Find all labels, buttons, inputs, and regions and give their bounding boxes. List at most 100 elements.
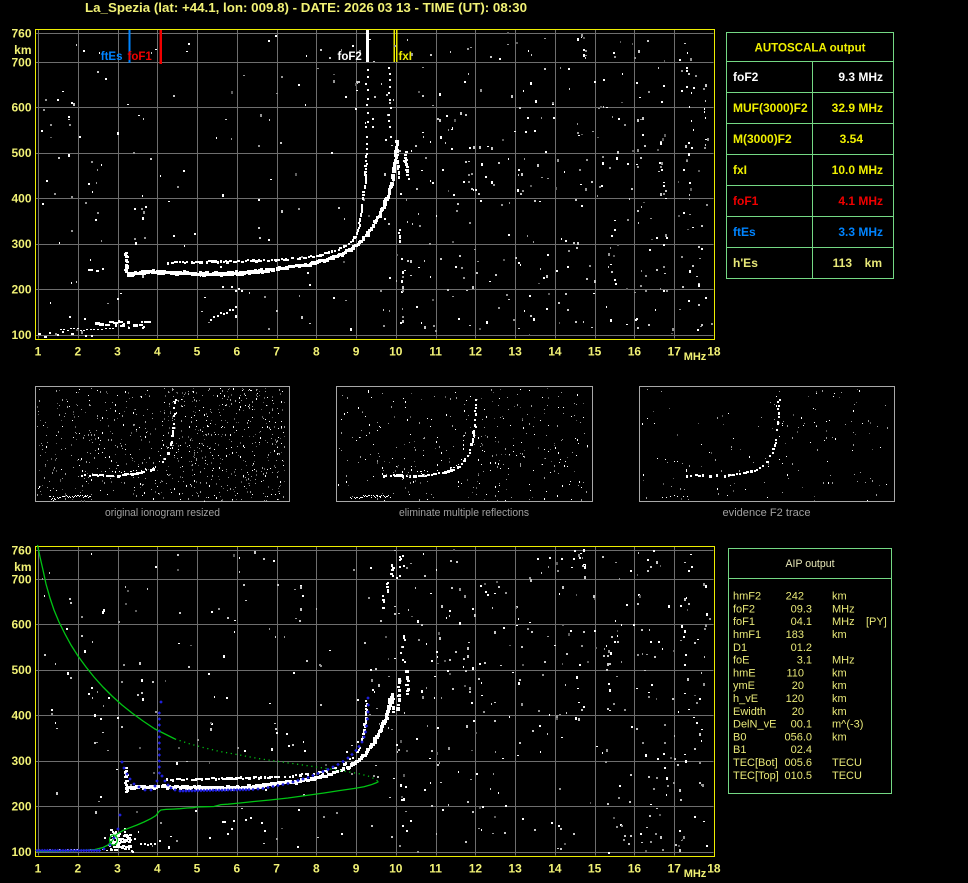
svg-text:120: 120 [786,693,804,705]
svg-text:5: 5 [194,345,201,359]
svg-text:hmE: hmE [733,667,756,679]
svg-text:MHz: MHz [684,351,707,363]
svg-text:5: 5 [194,862,201,876]
svg-text:eliminate multiple reflections: eliminate multiple reflections [399,507,529,519]
svg-text:8: 8 [313,862,320,876]
svg-text:4: 4 [154,345,161,359]
svg-text:760: 760 [11,27,31,41]
svg-text:11: 11 [429,345,442,359]
svg-text:4.1 MHz: 4.1 MHz [838,194,883,208]
svg-text:km: km [832,731,847,743]
svg-text:110: 110 [786,667,804,679]
svg-text:2: 2 [74,862,81,876]
svg-text:100: 100 [11,845,31,859]
svg-text:7: 7 [273,345,280,359]
svg-text:foF2: foF2 [733,70,759,84]
svg-text:11: 11 [429,862,442,876]
svg-text:km: km [865,256,882,270]
svg-text:ftEs: ftEs [733,225,756,239]
svg-text:3: 3 [114,862,121,876]
svg-text:MHz: MHz [684,868,707,880]
svg-text:MHz: MHz [832,655,855,667]
svg-text:02.4: 02.4 [791,744,812,756]
svg-text:15: 15 [588,862,602,876]
svg-text:400: 400 [11,709,31,723]
svg-text:ftEs: ftEs [101,51,123,63]
svg-text:10: 10 [389,345,403,359]
svg-text:9: 9 [353,345,360,359]
svg-text:La_Spezia (lat: +44.1, lon: 00: La_Spezia (lat: +44.1, lon: 009.8) - DAT… [85,1,527,15]
svg-text:113: 113 [833,256,853,270]
svg-text:32.9 MHz: 32.9 MHz [832,101,883,115]
svg-text:M(3000)F2: M(3000)F2 [733,132,792,146]
svg-text:km: km [832,629,847,641]
svg-text:h_vE: h_vE [733,693,758,705]
svg-text:3: 3 [114,345,121,359]
svg-text:7: 7 [273,862,280,876]
svg-text:010.5: 010.5 [784,770,812,782]
svg-text:DelN_vE: DelN_vE [733,719,776,731]
svg-text:MHz: MHz [832,616,855,628]
svg-text:14: 14 [548,345,562,359]
svg-text:13: 13 [508,862,522,876]
svg-text:17: 17 [668,345,682,359]
svg-text:[PY]: [PY] [866,616,887,628]
svg-text:MHz: MHz [832,603,855,615]
svg-text:005.6: 005.6 [784,757,812,769]
svg-text:2: 2 [74,345,81,359]
svg-text:B1: B1 [733,744,746,756]
svg-text:AIP output: AIP output [786,558,835,570]
svg-text:TEC[Top]: TEC[Top] [733,770,779,782]
svg-text:fxI: fxI [399,51,412,63]
svg-text:evidence F2 trace: evidence F2 trace [723,507,811,519]
svg-text:AUTOSCALA output: AUTOSCALA output [755,41,866,55]
svg-text:hmF2: hmF2 [733,591,761,603]
svg-text:183: 183 [786,629,804,641]
svg-text:10.0 MHz: 10.0 MHz [832,163,883,177]
svg-text:09.3: 09.3 [791,603,812,615]
svg-text:242: 242 [786,591,804,603]
svg-text:01.2: 01.2 [791,642,812,654]
svg-text:300: 300 [11,754,31,768]
svg-text:300: 300 [11,237,31,251]
svg-text:10: 10 [389,862,403,876]
svg-text:600: 600 [11,101,31,115]
svg-text:700: 700 [11,573,31,587]
svg-text:Ewidth: Ewidth [733,706,766,718]
svg-text:18: 18 [707,862,721,876]
svg-text:500: 500 [11,663,31,677]
svg-text:fxI: fxI [733,163,747,177]
svg-text:km: km [832,693,847,705]
svg-text:km: km [832,667,847,679]
svg-text:4: 4 [154,862,161,876]
svg-text:16: 16 [628,345,642,359]
svg-text:15: 15 [588,345,602,359]
svg-text:hmF1: hmF1 [733,629,761,641]
svg-text:TECU: TECU [832,757,862,769]
svg-text:400: 400 [11,192,31,206]
svg-text:17: 17 [668,862,682,876]
svg-text:16: 16 [628,862,642,876]
svg-text:TECU: TECU [832,770,862,782]
svg-text:MUF(3000)F2: MUF(3000)F2 [733,101,808,115]
svg-text:100: 100 [11,328,31,342]
svg-text:12: 12 [469,345,483,359]
svg-text:12: 12 [469,862,483,876]
svg-text:056.0: 056.0 [784,731,812,743]
svg-text:700: 700 [11,56,31,70]
svg-text:foF1: foF1 [733,194,759,208]
svg-text:20: 20 [792,706,804,718]
svg-text:500: 500 [11,146,31,160]
svg-text:B0: B0 [733,731,746,743]
svg-text:18: 18 [707,345,721,359]
svg-text:km: km [832,706,847,718]
svg-text:14: 14 [548,862,562,876]
svg-text:TEC[Bot]: TEC[Bot] [733,757,778,769]
svg-text:04.1: 04.1 [791,616,812,628]
svg-text:original ionogram resized: original ionogram resized [105,507,220,519]
svg-text:foE: foE [733,655,750,667]
svg-text:760: 760 [11,544,31,558]
svg-text:6: 6 [233,862,240,876]
svg-text:1: 1 [35,345,42,359]
svg-text:km: km [832,680,847,692]
